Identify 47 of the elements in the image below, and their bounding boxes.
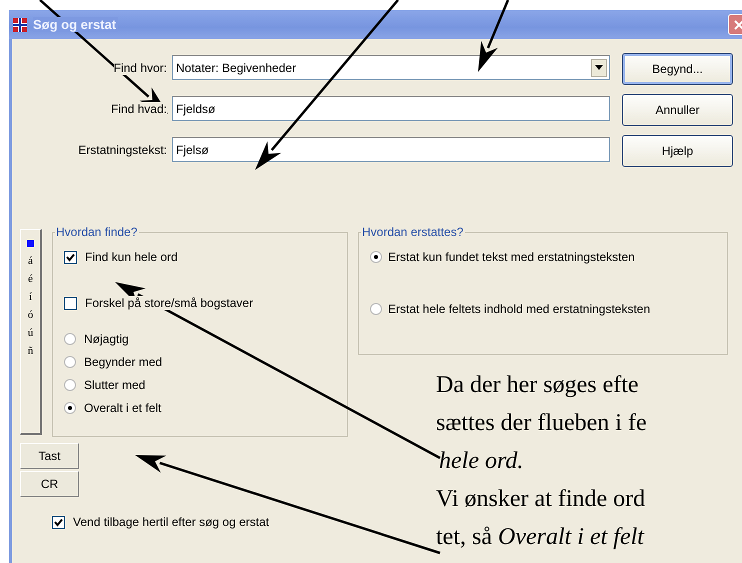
- dialog-button[interactable]: Hjælp: [622, 135, 733, 167]
- checkbox[interactable]: [52, 516, 65, 528]
- annotation-text: sættes der flueben i fe: [436, 409, 647, 438]
- character-key[interactable]: í: [28, 289, 32, 306]
- character-key[interactable]: é: [28, 271, 33, 288]
- option-label: Vend tilbage hertil efter søg og erstat: [73, 515, 270, 529]
- character-key[interactable]: á: [28, 253, 33, 270]
- field-label: Find hvor:: [114, 60, 167, 74]
- arrow: [478, 0, 510, 72]
- color-square-icon[interactable]: [27, 240, 34, 247]
- character-key[interactable]: ó: [28, 307, 34, 324]
- app-icon: [12, 16, 28, 32]
- option-label: Nøjagtig: [84, 332, 129, 346]
- annotation-text: Vi ønsker at finde ord: [436, 485, 646, 514]
- radio-button[interactable]: [64, 402, 76, 414]
- text-input-field[interactable]: Fjeldsø: [172, 96, 610, 121]
- option-label: Erstat hele feltets indhold med erstatningsteksten: [388, 302, 650, 316]
- window-title: Søg og erstat: [33, 17, 118, 32]
- group-title: Hvordan finde?: [55, 225, 140, 239]
- radio-button[interactable]: [370, 303, 382, 315]
- option-label: Forskel på store/små bogstaver: [85, 296, 254, 310]
- annotation-text: hele ord.: [438, 447, 524, 476]
- dropdown-field[interactable]: Notater: Begivenheder: [172, 55, 610, 80]
- key-button[interactable]: Tast: [20, 443, 79, 469]
- character-key[interactable]: ú: [28, 325, 34, 342]
- radio-button[interactable]: [64, 356, 76, 368]
- field-label: Find hvad:: [110, 102, 167, 116]
- checkbox[interactable]: [64, 296, 77, 310]
- radio-button[interactable]: [64, 332, 76, 344]
- group-title: Hvordan erstattes?: [361, 225, 466, 239]
- option-label: Overalt i et felt: [84, 400, 162, 414]
- option-label: Begynder med: [84, 354, 162, 368]
- annotation-text: Da der her søges efte: [436, 371, 640, 400]
- radio-button[interactable]: [64, 378, 76, 390]
- character-key[interactable]: ñ: [28, 343, 34, 360]
- field-label: Erstatningstekst:: [78, 142, 167, 156]
- close-icon: [733, 18, 742, 30]
- annotation-text: tet, så Overalt i et felt: [436, 523, 646, 552]
- dialog-button[interactable]: Annuller: [622, 94, 733, 126]
- option-label: Erstat kun fundet tekst med erstatningsteksten: [388, 250, 635, 264]
- option-label: Find kun hele ord: [85, 250, 178, 264]
- key-button[interactable]: CR: [20, 471, 79, 497]
- radio-button[interactable]: [370, 251, 382, 263]
- option-label: Slutter med: [84, 378, 146, 392]
- checkbox[interactable]: [64, 250, 77, 264]
- dialog-button[interactable]: Begynd...: [622, 53, 733, 85]
- text-input-field[interactable]: Fjelsø: [172, 137, 610, 162]
